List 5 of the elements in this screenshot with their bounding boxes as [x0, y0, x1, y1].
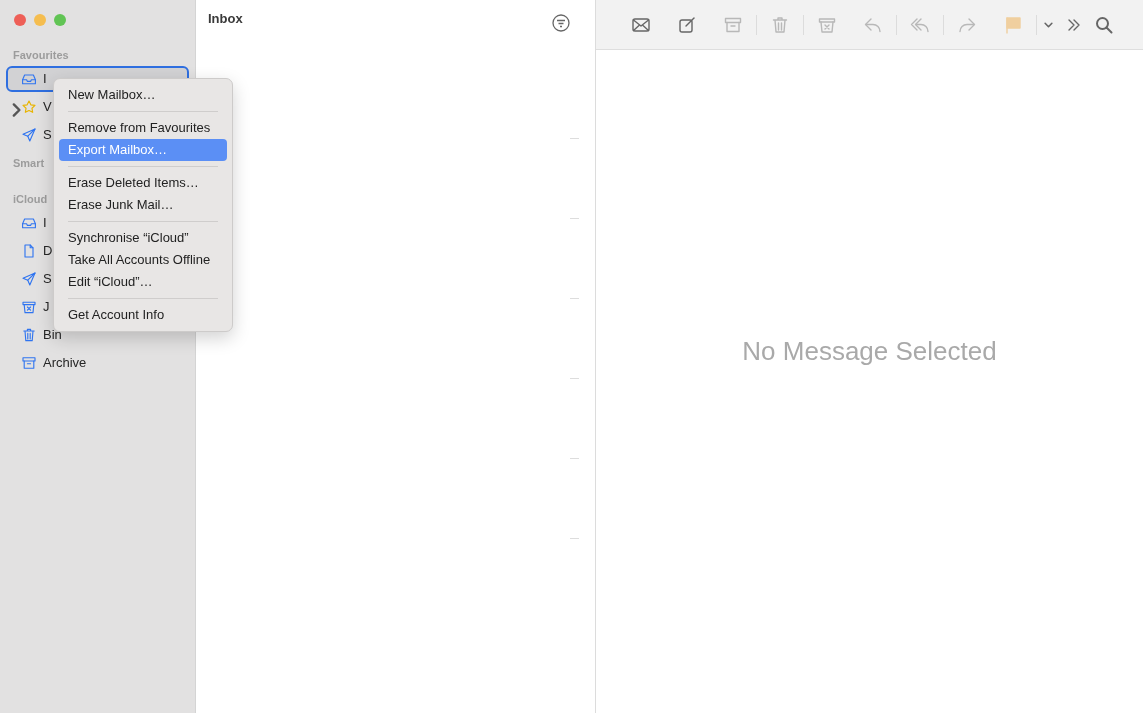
section-header: Favourites: [13, 47, 69, 63]
mailbox-title: Inbox: [208, 10, 243, 28]
empty-state-text: No Message Selected: [742, 335, 997, 368]
section-header: iCloud: [13, 191, 48, 207]
section-header: Smart: [13, 155, 45, 171]
